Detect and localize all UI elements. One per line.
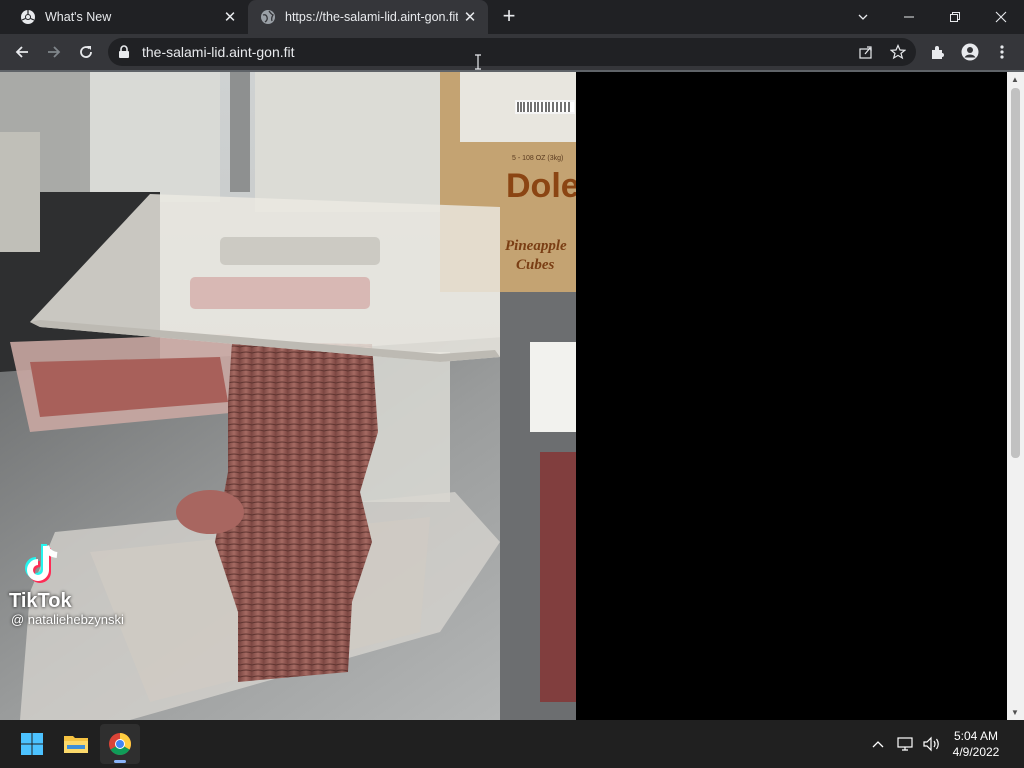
box-label-2: Cubes xyxy=(516,257,555,273)
minimize-button[interactable] xyxy=(886,0,932,34)
title-bar: What's New ✕ https://the-salami-lid.aint… xyxy=(0,0,1024,34)
clock-date: 4/9/2022 xyxy=(952,745,1000,759)
video-player[interactable]: 5 - 108 OZ (3kg) Dole Pineapple Cubes Ti… xyxy=(0,72,576,720)
browser-toolbar: the-salami-lid.aint-gon.fit xyxy=(0,34,1024,70)
tab-whats-new[interactable]: What's New ✕ xyxy=(0,0,248,34)
windows-taskbar: 5:04 AM 4/9/2022 xyxy=(0,720,1024,768)
profile-icon xyxy=(961,43,979,61)
chrome-icon xyxy=(109,733,131,755)
new-tab-button[interactable]: + xyxy=(496,4,522,30)
menu-button[interactable] xyxy=(988,38,1016,66)
kebab-menu-icon xyxy=(1000,45,1004,59)
tab-title: https://the-salami-lid.aint-gon.fit xyxy=(285,10,458,24)
tiktok-username: @ nataliehebzynski xyxy=(11,612,124,627)
address-bar[interactable]: the-salami-lid.aint-gon.fit xyxy=(108,38,916,66)
box-label-1: Pineapple xyxy=(505,238,567,254)
arrow-left-icon xyxy=(15,46,28,58)
box-small-text: 5 - 108 OZ (3kg) xyxy=(512,155,563,162)
tiktok-icon xyxy=(25,544,58,583)
tiktok-brand: TikTok xyxy=(9,590,72,612)
close-tab-icon[interactable]: ✕ xyxy=(218,5,242,29)
close-window-button[interactable] xyxy=(978,0,1024,34)
reload-icon xyxy=(80,46,92,58)
profile-button[interactable] xyxy=(956,38,984,66)
text-cursor-icon xyxy=(475,54,481,70)
reload-button[interactable] xyxy=(72,38,100,66)
tab-search-icon[interactable] xyxy=(840,0,886,34)
clock-time: 5:04 AM xyxy=(953,729,999,743)
scroll-up-icon[interactable]: ▲ xyxy=(1011,75,1019,84)
start-button[interactable] xyxy=(12,724,52,764)
restore-button[interactable] xyxy=(932,0,978,34)
bookmark-star-icon[interactable] xyxy=(888,42,908,62)
tab-salami-lid[interactable]: https://the-salami-lid.aint-gon.fit ✕ xyxy=(248,0,488,34)
forward-button[interactable] xyxy=(40,38,68,66)
folder-icon xyxy=(64,736,88,753)
network-button[interactable] xyxy=(894,720,918,768)
puzzle-icon xyxy=(932,46,944,59)
barcode xyxy=(516,102,574,112)
page-content: 5 - 108 OZ (3kg) Dole Pineapple Cubes Ti… xyxy=(0,72,1007,720)
share-icon[interactable] xyxy=(856,42,876,62)
scrollbar-thumb[interactable] xyxy=(1011,88,1020,458)
back-button[interactable] xyxy=(8,38,36,66)
tab-title: What's New xyxy=(45,10,112,24)
url-text: the-salami-lid.aint-gon.fit xyxy=(142,44,295,60)
windows-logo-icon xyxy=(21,733,43,755)
chrome-icon xyxy=(21,10,35,24)
scroll-down-icon[interactable]: ▼ xyxy=(1011,708,1019,717)
speaker-icon xyxy=(923,736,939,752)
chrome-taskbar-button[interactable] xyxy=(100,724,140,764)
chevron-up-icon xyxy=(872,741,884,748)
vertical-scrollbar[interactable]: ▲ ▼ xyxy=(1007,72,1024,720)
file-explorer-button[interactable] xyxy=(56,724,96,764)
show-hidden-icons-button[interactable] xyxy=(866,720,890,768)
taskbar-clock[interactable]: 5:04 AM 4/9/2022 xyxy=(946,728,1006,760)
dole-logo: Dole xyxy=(506,167,576,205)
extensions-button[interactable] xyxy=(924,38,952,66)
lock-icon[interactable] xyxy=(118,45,130,59)
close-tab-icon[interactable]: ✕ xyxy=(458,5,482,29)
arrow-right-icon xyxy=(48,46,61,58)
globe-icon xyxy=(261,10,275,24)
network-icon xyxy=(897,737,913,751)
active-indicator xyxy=(114,760,126,763)
volume-button[interactable] xyxy=(920,720,944,768)
